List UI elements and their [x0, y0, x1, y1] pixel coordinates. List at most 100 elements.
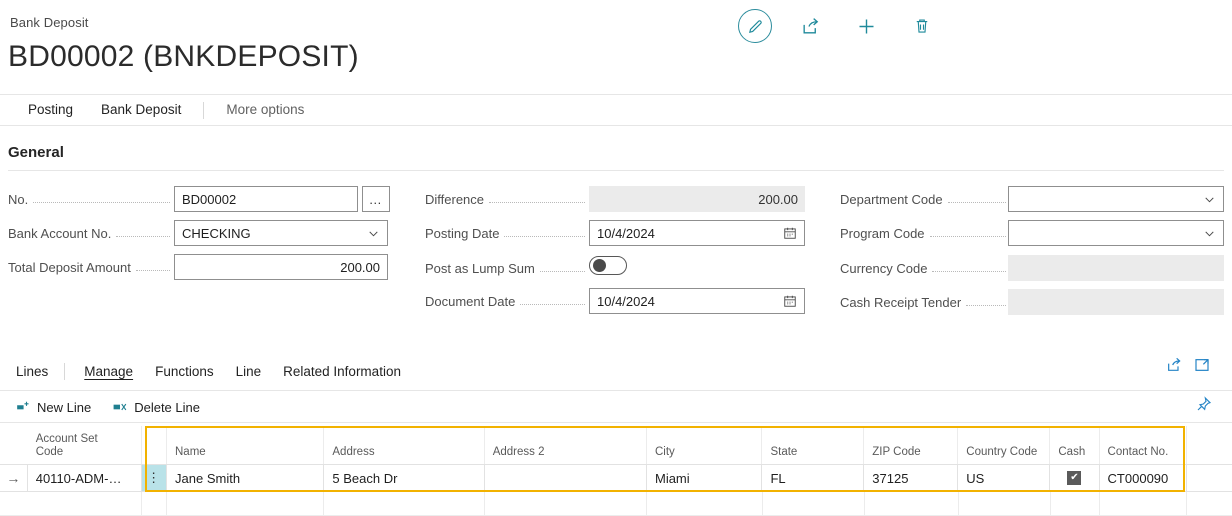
grid-header-contact-no[interactable]: Contact No. — [1100, 426, 1187, 464]
program-code-dropdown[interactable] — [1008, 220, 1224, 246]
row-menu-button[interactable]: ⋮ — [142, 464, 167, 492]
total-deposit-amount-input[interactable]: 200.00 — [174, 254, 388, 280]
lines-command-bar: New Line Delete Line — [0, 394, 200, 420]
cell-account-set-code[interactable]: 40110-ADM-… — [28, 464, 143, 492]
lines-divider — [64, 363, 65, 380]
cell-filler — [1187, 492, 1232, 516]
cell-city[interactable]: Miami — [647, 464, 762, 492]
lines-grid: Account Set Code Name Address Address 2 … — [0, 426, 1232, 516]
grid-header-state[interactable]: State — [762, 426, 864, 464]
cell-account-set-code[interactable] — [27, 492, 142, 516]
label-cash-receipt-tender: Cash Receipt Tender — [840, 295, 961, 310]
label-currency-code: Currency Code — [840, 261, 927, 276]
field-label-cash-receipt-tender: Cash Receipt Tender — [840, 289, 1006, 315]
lines-tab-manage[interactable]: Manage — [73, 364, 144, 379]
difference-readonly: 200.00 — [589, 186, 805, 212]
grid-header-address[interactable]: Address — [324, 426, 484, 464]
lines-tab-related-information[interactable]: Related Information — [272, 364, 412, 379]
field-label-bank-account-no: Bank Account No. — [8, 220, 170, 246]
cell-name[interactable] — [167, 492, 325, 516]
cash-receipt-tender-readonly — [1008, 289, 1224, 315]
field-label-total-deposit-amount: Total Deposit Amount — [8, 254, 170, 280]
document-date-value: 10/4/2024 — [597, 294, 655, 309]
tab-posting[interactable]: Posting — [14, 95, 87, 125]
new-line-button[interactable]: New Line — [16, 400, 91, 415]
grid-header-account-set-code[interactable]: Account Set Code — [28, 426, 143, 464]
label-post-as-lump-sum: Post as Lump Sum — [425, 261, 535, 276]
delete-line-label: Delete Line — [134, 400, 200, 415]
unpin-icon[interactable] — [1196, 396, 1212, 417]
department-code-dropdown[interactable] — [1008, 186, 1224, 212]
cell-name[interactable]: Jane Smith — [167, 464, 324, 492]
cell-country-code[interactable]: US — [958, 464, 1050, 492]
chevron-down-icon — [1203, 193, 1216, 206]
label-no: No. — [8, 192, 28, 207]
tab-bank-deposit[interactable]: Bank Deposit — [87, 95, 195, 125]
posting-date-value: 10/4/2024 — [597, 226, 655, 241]
grid-header-country-code[interactable]: Country Code — [958, 426, 1050, 464]
grid-header-zip-code[interactable]: ZIP Code — [864, 426, 958, 464]
field-label-no: No. — [8, 186, 170, 212]
label-department-code: Department Code — [840, 192, 943, 207]
cash-checkbox[interactable]: ✔ — [1067, 471, 1081, 485]
cell-zip-code[interactable]: 37125 — [864, 464, 958, 492]
grid-header-city[interactable]: City — [647, 426, 762, 464]
cell-city[interactable] — [647, 492, 763, 516]
cell-address[interactable]: 5 Beach Dr — [324, 464, 484, 492]
lines-tab-line[interactable]: Line — [225, 364, 273, 379]
table-row[interactable]: → 40110-ADM-… ⋮ Jane Smith 5 Beach Dr Mi… — [0, 464, 1232, 492]
cell-address[interactable] — [324, 492, 485, 516]
lines-icon-group — [1166, 357, 1210, 373]
new-line-icon — [16, 400, 30, 414]
expand-lines-icon[interactable] — [1194, 357, 1210, 373]
label-total-deposit-amount: Total Deposit Amount — [8, 260, 131, 275]
cell-address2[interactable] — [485, 464, 647, 492]
cell-contact-no[interactable] — [1100, 492, 1187, 516]
add-icon[interactable] — [848, 8, 884, 44]
grid-header-address2[interactable]: Address 2 — [485, 426, 647, 464]
label-document-date: Document Date — [425, 294, 515, 309]
row-menu-button[interactable] — [142, 492, 167, 516]
share-lines-icon[interactable] — [1166, 357, 1182, 373]
general-section-title: General — [8, 144, 64, 161]
table-row[interactable] — [0, 492, 1232, 516]
cell-address2[interactable] — [485, 492, 648, 516]
label-bank-account-no: Bank Account No. — [8, 226, 111, 241]
field-label-difference: Difference — [425, 186, 585, 212]
delete-icon[interactable] — [904, 8, 940, 44]
cell-zip-code[interactable] — [865, 492, 959, 516]
field-label-currency-code: Currency Code — [840, 255, 1006, 281]
field-label-document-date: Document Date — [425, 288, 585, 314]
lines-tab-functions[interactable]: Functions — [144, 364, 225, 379]
field-label-program-code: Program Code — [840, 220, 1006, 246]
cell-contact-no[interactable]: CT000090 — [1100, 464, 1187, 492]
label-posting-date: Posting Date — [425, 226, 499, 241]
difference-value: 200.00 — [758, 192, 798, 207]
calendar-icon[interactable] — [783, 294, 797, 308]
calendar-icon[interactable] — [783, 226, 797, 240]
cell-filler — [1187, 464, 1232, 492]
label-program-code: Program Code — [840, 226, 925, 241]
cell-country-code[interactable] — [959, 492, 1051, 516]
lines-section-title: Lines — [8, 364, 56, 379]
share-icon[interactable] — [792, 8, 828, 44]
row-indicator — [0, 492, 27, 516]
bank-account-no-dropdown[interactable]: CHECKING — [174, 220, 388, 246]
cell-state[interactable] — [763, 492, 865, 516]
cell-cash[interactable]: ✔ — [1050, 464, 1099, 492]
posting-date-input[interactable]: 10/4/2024 — [589, 220, 805, 246]
grid-header-cash[interactable]: Cash — [1050, 426, 1099, 464]
delete-line-button[interactable]: Delete Line — [113, 400, 200, 415]
document-date-input[interactable]: 10/4/2024 — [589, 288, 805, 314]
cell-cash[interactable] — [1051, 492, 1100, 516]
more-options-button[interactable]: More options — [212, 95, 318, 125]
no-lookup-button[interactable]: … — [362, 186, 390, 212]
cell-state[interactable]: FL — [762, 464, 864, 492]
grid-header-indicator — [0, 426, 28, 464]
post-as-lump-sum-toggle[interactable] — [589, 256, 627, 275]
lines-tab-divider — [0, 390, 1232, 391]
edit-icon[interactable] — [738, 9, 772, 43]
chevron-down-icon — [1203, 227, 1216, 240]
no-input[interactable]: BD00002 — [174, 186, 358, 212]
grid-header-name[interactable]: Name — [167, 426, 324, 464]
